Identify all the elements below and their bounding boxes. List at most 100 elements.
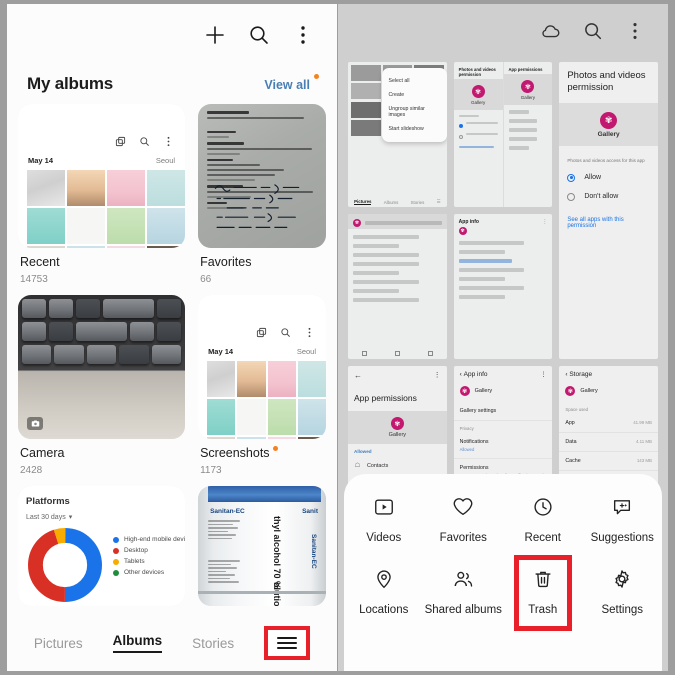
mini-photo-grid [207,361,326,439]
gallery-app-icon: ✾ [390,417,404,430]
search-icon[interactable] [247,23,271,47]
section-label: Privacy [459,426,474,431]
album-title: Screenshots [200,446,278,460]
hamburger-menu-button[interactable] [264,626,311,660]
more-options-icon[interactable] [291,23,315,47]
more-options-icon[interactable] [624,20,646,47]
album-thumbnail: May 14 Seoul [198,295,326,439]
legend-label: Other devices [124,569,165,576]
search-icon[interactable] [139,134,150,152]
nav-tab-stories[interactable]: Stories [192,636,234,651]
item-label: Notifications [459,439,489,445]
item-label: Gallery settings [459,408,497,414]
left-top-bar [7,4,337,66]
album-card-chart[interactable]: Platforms Last 30 days ▾ High-end mobile… [18,486,186,606]
storage-value: 143 MB [636,458,652,463]
item-label: Permissions [459,465,489,471]
context-menu-popup[interactable]: Select all Create Ungroup similar images… [381,68,447,142]
platforms-donut-chart: Platforms Last 30 days ▾ High-end mobile… [18,486,186,606]
more-options-icon[interactable]: ⋮ [434,371,441,380]
sheet-item-videos[interactable]: Videos [344,496,424,546]
thumb-cell [297,437,326,439]
thumb-cell [297,399,326,435]
chevron-down-icon: ▾ [68,514,73,521]
my-albums-header: My albums View all [7,66,337,98]
permission-option-allow[interactable]: Allow [567,173,650,182]
sheet-item-label: Recent [524,532,561,544]
more-options-icon[interactable] [163,134,174,152]
see-all-apps-link[interactable]: See all apps with this permission [567,217,650,229]
album-card-camera[interactable]: Camera 2428 [18,295,186,476]
search-icon[interactable] [280,325,291,343]
menu-item-create[interactable]: Create [382,88,447,102]
more-options-icon[interactable]: ⋮ [540,371,546,378]
screenshot-tabs: Pictures Albums Stories ☰ [348,199,447,205]
sheet-item-locations[interactable]: Locations [344,568,424,618]
option-label: Allow [584,174,602,182]
permission-app-band: ✾ Gallery [559,102,658,146]
copy-icon[interactable] [115,134,126,152]
screenshot-thumb-appinfo[interactable]: ✾ [348,214,447,359]
gallery-app-label: Gallery [470,100,486,105]
gallery-menu-panel: Select all Create Ungroup similar images… [338,4,668,671]
hamburger-menu-icon [277,634,298,652]
storage-key: App [565,420,575,426]
radio-dont-allow[interactable] [567,192,576,201]
menu-item-slideshow[interactable]: Start slideshow [382,122,447,136]
gallery-app-icon: ✾ [471,85,485,98]
thumb-cell [267,437,296,439]
thumb-cell [147,246,186,248]
video-icon [373,496,395,523]
legend-swatch [113,536,119,543]
sheet-item-suggestions[interactable]: Suggestions [583,496,663,546]
heart-icon [452,496,474,523]
back-arrow-icon[interactable]: ← [354,371,362,380]
album-date: May 14 [28,156,54,165]
nav-tab-pictures[interactable]: Pictures [34,636,83,651]
permission-row-contacts[interactable]: ☖ Contacts [348,457,447,474]
album-title-text: Camera [20,446,65,460]
more-options-icon[interactable] [304,325,315,343]
menu-item-ungroup[interactable]: Ungroup similar images [382,102,447,122]
add-icon[interactable] [203,23,227,47]
search-icon[interactable] [582,20,604,47]
right-top-bar [338,4,668,62]
menu-item-select-all[interactable]: Select all [382,74,447,88]
permission-detail-card[interactable]: Photos and videos permission ✾ Gallery P… [559,62,658,359]
nav-tab-albums[interactable]: Albums [112,633,163,653]
screenshot-thumb-permissions[interactable]: Photos and videos permission ✾ Gallery A… [453,62,553,207]
album-count: 1173 [200,465,222,476]
album-count: 14753 [20,274,48,285]
sheet-item-recent[interactable]: Recent [503,496,583,546]
album-card-recent[interactable]: May 14 Seoul Recent 14753 [18,104,186,285]
album-count: 2428 [20,465,43,476]
sheet-item-favorites[interactable]: Favorites [424,496,504,546]
album-card-screenshots[interactable]: May 14 Seoul Screenshots 1173 [198,295,326,476]
view-all-link[interactable]: View all [264,78,310,92]
album-title-text: Favorites [200,255,252,269]
storage-value: 4.11 MB [635,439,652,444]
legend-entry: Desktop [113,547,185,554]
back-chevron-icon[interactable]: ‹ [565,371,567,378]
album-card-bottle[interactable]: Sanitan-EC Sanit thyl alcohol 70 % oluti… [198,486,326,606]
mini-photo-grid [27,170,186,248]
sheet-item-shared-albums[interactable]: Shared albums [424,568,504,618]
cloud-icon[interactable] [540,20,562,47]
album-thumbnail: Sanitan-EC Sanit thyl alcohol 70 % oluti… [198,486,326,606]
permission-label: Contacts [367,462,389,469]
screenshot-thumb-menu[interactable]: Select all Create Ungroup similar images… [348,62,447,207]
sheet-item-settings[interactable]: Settings [583,568,663,618]
permission-option-dont-allow[interactable]: Don't allow [567,192,650,201]
chart-subtitle[interactable]: Last 30 days ▾ [26,513,185,521]
sheet-item-label: Shared albums [424,603,502,616]
sheet-item-label: Settings [601,603,644,616]
album-card-favorites[interactable]: Favorites 66 [198,104,326,285]
gallery-app-label: Gallery [580,388,598,394]
copy-icon[interactable] [256,325,267,343]
back-chevron-icon[interactable]: ‹ [460,371,462,378]
list-item[interactable]: Notifications Allowed [453,433,553,459]
list-item[interactable]: Gallery settings [453,402,553,421]
radio-allow[interactable] [567,173,576,182]
sheet-item-trash[interactable]: Trash [503,554,583,631]
screenshot-thumb-settings[interactable]: App info ⋮ ✾ [453,214,553,359]
